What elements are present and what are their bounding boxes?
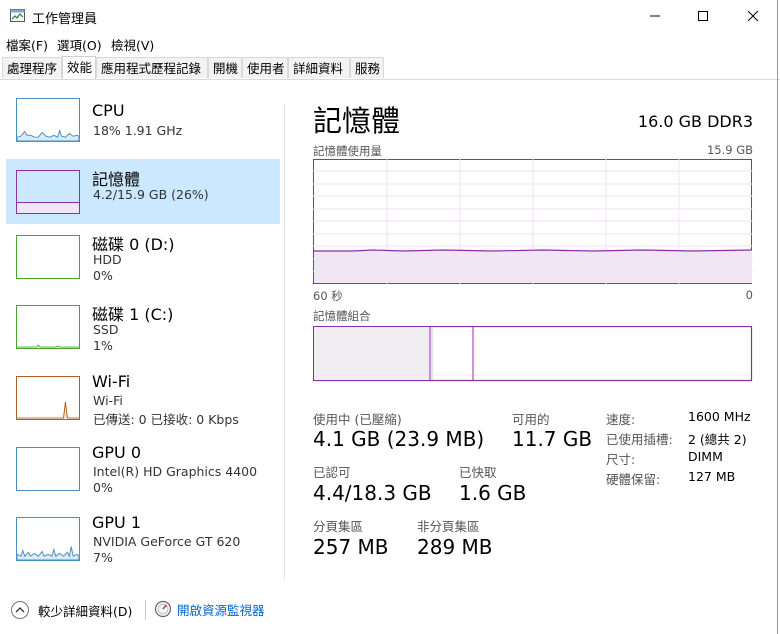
sidebar-item-detail: 4.2/15.9 GB (26%) [93,187,209,202]
sidebar-item-detail: HDD [93,252,122,267]
close-button[interactable] [728,0,778,32]
paged-pool-label: 分頁集區 [313,519,364,534]
sidebar-item-detail: Intel(R) HD Graphics 4400 [93,464,258,479]
footer-divider [145,600,146,620]
speed-label: 速度: [606,412,636,427]
minimize-button[interactable] [630,0,680,32]
committed-label: 已認可 [313,465,351,480]
sidebar-item-detail: NVIDIA GeForce GT 620 [93,534,241,549]
composition-label: 記憶體組合 [313,309,371,323]
sidebar-item-detail: Wi-Fi [93,393,123,408]
tab-processes[interactable]: 處理程序 [2,57,62,78]
usage-graph-max: 15.9 GB [706,143,753,157]
tab-users[interactable]: 使用者 [242,57,288,78]
title-bar: 工作管理員 [0,0,780,32]
in-use-value: 4.1 GB (23.9 MB) [313,427,485,451]
memory-thumbnail-graph [16,170,80,214]
tab-startup[interactable]: 開機 [208,57,242,78]
slots-label: 已使用插槽: [606,432,673,447]
available-value: 11.7 GB [512,427,593,451]
footer: 較少詳細資料(D) 開啟資源監視器 [0,592,780,634]
sidebar-item-detail-2: 已傳送: 0 已接收: 0 Kbps [93,412,239,427]
form-factor-label: 尺寸: [606,452,636,467]
tab-performance[interactable]: 效能 [62,56,96,79]
slots-value: 2 (總共 2) [688,432,747,447]
disk1-thumbnail-graph [16,305,80,349]
sidebar-item-name: CPU [92,101,125,120]
cached-value: 1.6 GB [459,481,527,505]
memory-spec: 16.0 GB DDR3 [637,112,753,131]
sidebar-item-cpu[interactable]: CPU 18% 1.91 GHz [6,94,280,159]
window-title: 工作管理員 [32,12,98,27]
nonpaged-pool-label: 非分頁集區 [417,519,480,534]
sidebar-item-detail: 18% 1.91 GHz [93,123,183,138]
sidebar-item-gpu1[interactable]: GPU 1 NVIDIA GeForce GT 620 7% [6,513,280,578]
sidebar-item-detail-2: 1% [93,338,113,353]
sidebar-item-detail-2: 7% [93,550,113,565]
sidebar-item-name: GPU 0 [92,443,142,462]
menu-options[interactable]: 選項(O) [57,35,102,54]
available-label: 可用的 [512,412,550,427]
gpu0-thumbnail-graph [16,447,80,491]
chevron-up-icon[interactable] [10,600,30,620]
maximize-button[interactable] [678,0,728,32]
wifi-thumbnail-graph [16,376,80,420]
page-title: 記憶體 [313,104,401,138]
hardware-reserved-value: 127 MB [688,469,736,484]
sidebar-item-disk0[interactable]: 磁碟 0 (D:) HDD 0% [6,231,280,296]
fewer-details-link[interactable]: 較少詳細資料(D) [38,601,132,620]
form-factor-value: DIMM [688,449,723,464]
composition-in-use [314,327,430,380]
tab-bar: 處理程序 效能 應用程式歷程記錄 開機 使用者 詳細資料 服務 [0,56,780,80]
disk0-thumbnail-graph [16,235,80,279]
nonpaged-pool-value: 289 MB [417,535,493,559]
memory-usage-area [314,250,752,283]
sidebar-item-memory[interactable]: 記憶體 4.2/15.9 GB (26%) [6,159,280,224]
time-axis-left: 60 秒 [313,289,343,303]
resource-monitor-icon [154,600,172,618]
minimize-icon [650,15,660,17]
sidebar-item-name: GPU 1 [92,513,142,532]
memory-usage-graph [313,159,753,285]
sidebar-item-detail: SSD [93,322,119,337]
task-manager-icon [10,9,25,22]
in-use-label: 使用中 (已壓縮) [313,412,402,427]
sidebar-item-detail-2: 0% [93,268,113,283]
paged-pool-value: 257 MB [313,535,389,559]
cached-label: 已快取 [459,465,497,480]
tab-services[interactable]: 服務 [350,57,384,78]
sidebar-divider [284,104,285,580]
hardware-reserved-label: 硬體保留: [606,472,661,487]
menu-file[interactable]: 檔案(F) [6,35,48,54]
open-resource-monitor-link[interactable]: 開啟資源監視器 [177,600,265,619]
tab-app-history[interactable]: 應用程式歷程記錄 [96,57,208,78]
gpu1-thumbnail-graph [16,517,80,561]
window-border [777,0,778,634]
committed-value: 4.4/18.3 GB [313,481,432,505]
sidebar-item-detail-2: 0% [93,480,113,495]
sidebar-item-gpu0[interactable]: GPU 0 Intel(R) HD Graphics 4400 0% [6,443,280,508]
tab-details[interactable]: 詳細資料 [288,57,350,78]
menu-view[interactable]: 檢視(V) [111,35,154,54]
maximize-icon [698,11,708,21]
speed-value: 1600 MHz [688,409,751,424]
time-axis-right: 0 [745,288,753,302]
close-icon [747,10,759,22]
usage-graph-label: 記憶體使用量 [313,144,382,158]
sidebar-item-name: Wi-Fi [92,372,131,391]
memory-composition-bar [313,326,753,382]
cpu-thumbnail-graph [16,98,80,142]
sidebar-item-disk1[interactable]: 磁碟 1 (C:) SSD 1% [6,301,280,366]
sidebar-item-wifi[interactable]: Wi-Fi Wi-Fi 已傳送: 0 已接收: 0 Kbps [6,372,280,437]
